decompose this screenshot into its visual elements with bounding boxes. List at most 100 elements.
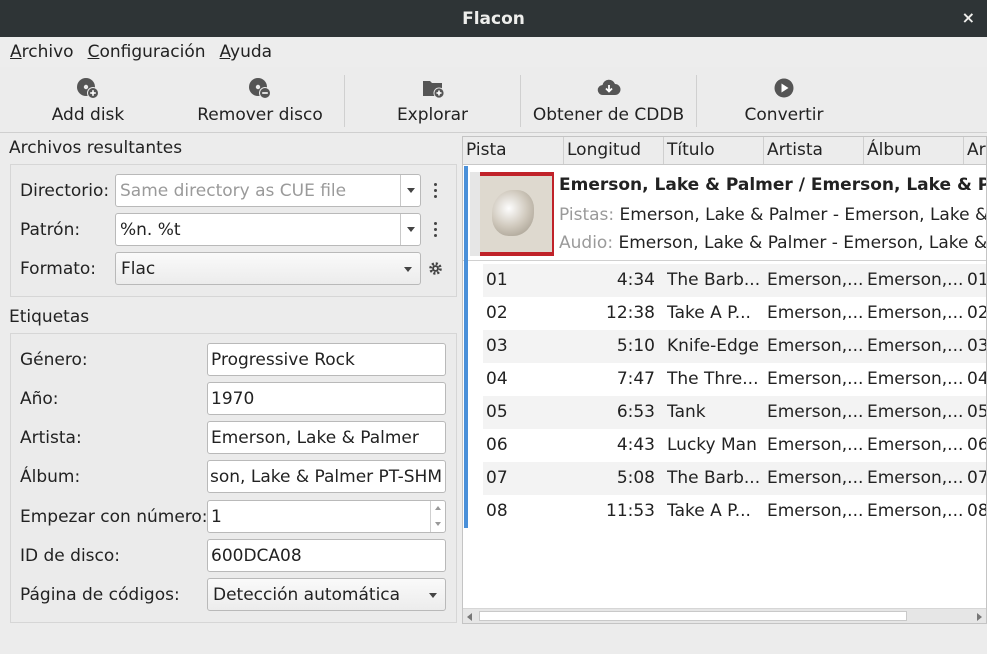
track-album: Emerson,...: [867, 468, 963, 488]
track-extra: 08: [967, 501, 987, 521]
convert-button[interactable]: Convertir: [697, 67, 871, 132]
track-row[interactable]: 03 5:10 Knife-Edge Emerson,... Emerson,... 03: [483, 330, 986, 363]
track-artist: Emerson,...: [767, 336, 863, 356]
disk-audio-info: Audio: Emerson, Lake & Palmer - Emerson,…: [559, 233, 986, 253]
column-longitud[interactable]: Longitud: [564, 137, 664, 164]
column-titulo[interactable]: Título: [664, 137, 764, 164]
codepage-select[interactable]: Detección automática: [207, 578, 446, 611]
start-number-stepper[interactable]: 1: [207, 500, 446, 533]
track-album: Emerson,...: [867, 270, 963, 290]
directory-combo[interactable]: Same directory as CUE file: [115, 174, 421, 207]
year-value: 1970: [211, 389, 255, 409]
album-field[interactable]: son, Lake & Palmer PT-SHM: [207, 460, 446, 493]
track-row[interactable]: 02 12:38 Take A P... Emerson,... Emerson,...…: [483, 297, 987, 330]
genre-label: Género:: [20, 350, 88, 370]
window-title: Flacon: [462, 8, 525, 29]
track-len: 5:08: [616, 468, 655, 488]
track-title: The Thre...: [667, 369, 759, 389]
track-album: Emerson,...: [867, 435, 963, 455]
selection-indicator: [464, 166, 468, 528]
menu-configuracion[interactable]: Configuración: [88, 42, 206, 62]
column-pista[interactable]: Pista: [463, 137, 564, 164]
chevron-down-icon: [429, 593, 437, 598]
album-cover: [470, 172, 554, 256]
album-cover-stripe: [470, 172, 480, 256]
disc-id-field[interactable]: 600DCA08: [207, 539, 446, 572]
directory-menu-icon[interactable]: [432, 182, 438, 200]
track-title: Tank: [667, 402, 706, 422]
column-artista[interactable]: Artista: [764, 137, 864, 164]
disk-tracks-key: Pistas:: [559, 205, 615, 225]
track-len: 6:53: [616, 402, 655, 422]
browse-button[interactable]: Explorar: [345, 67, 520, 132]
output-section-title: Archivos resultantes: [9, 138, 183, 158]
track-extra: 05: [967, 402, 987, 422]
track-row[interactable]: 08 11:53 Take A P... Emerson,... Emerson,...…: [483, 495, 987, 528]
genre-field[interactable]: Progressive Rock: [207, 343, 446, 376]
start-number-value: 1: [211, 507, 222, 527]
toolbar: Add disk Remover disco Explorar Obtener …: [0, 67, 987, 133]
chevron-down-icon[interactable]: [400, 214, 420, 245]
track-extra: 07: [967, 468, 987, 488]
remove-disk-button[interactable]: Remover disco: [176, 67, 344, 132]
format-select[interactable]: Flac: [115, 252, 421, 285]
pattern-combo[interactable]: %n. %t: [115, 213, 421, 246]
track-album: Emerson,...: [867, 369, 963, 389]
menu-archivo[interactable]: Archivo: [10, 42, 74, 62]
year-field[interactable]: 1970: [207, 382, 446, 415]
remove-disk-label: Remover disco: [197, 105, 323, 125]
track-num: 06: [486, 435, 508, 455]
directory-label: Directorio:: [20, 181, 110, 201]
close-icon[interactable]: ×: [962, 8, 975, 27]
track-title: Take A P...: [667, 501, 751, 521]
track-extra: 01: [967, 270, 987, 290]
folder-add-icon: [422, 81, 444, 99]
horizontal-scrollbar[interactable]: [463, 608, 986, 623]
cddb-button[interactable]: Obtener de CDDB: [521, 67, 696, 132]
album-label: Álbum:: [20, 467, 81, 487]
track-artist: Emerson,...: [767, 369, 863, 389]
add-disk-label: Add disk: [51, 105, 125, 125]
track-artist: Emerson,...: [767, 501, 863, 521]
scrollbar-thumb[interactable]: [479, 611, 907, 621]
pattern-menu-icon[interactable]: [432, 221, 438, 239]
track-extra: 02: [967, 303, 987, 323]
year-label: Año:: [20, 389, 59, 409]
track-album: Emerson,...: [867, 303, 963, 323]
track-row[interactable]: 05 6:53 Tank Emerson,... Emerson,... 05: [483, 396, 987, 429]
column-archivo[interactable]: Arc: [964, 137, 986, 164]
track-len: 5:10: [616, 336, 655, 356]
menu-ayuda[interactable]: Ayuda: [220, 42, 273, 62]
track-num: 04: [486, 369, 508, 389]
browse-label: Explorar: [396, 105, 469, 125]
track-title: The Barb...: [667, 468, 761, 488]
gear-icon[interactable]: [428, 261, 443, 276]
track-artist: Emerson,...: [767, 435, 863, 455]
arrow-up-icon[interactable]: [435, 506, 441, 510]
start-number-label: Empezar con número:: [20, 507, 208, 527]
disk-title: Emerson, Lake & Palmer / Emerson, Lake &…: [559, 175, 987, 195]
add-disk-button[interactable]: Add disk: [0, 67, 176, 132]
track-album: Emerson,...: [867, 336, 963, 356]
disk-item[interactable]: Emerson, Lake & Palmer / Emerson, Lake &…: [463, 166, 987, 528]
artist-field[interactable]: Emerson, Lake & Palmer: [207, 421, 446, 454]
track-row[interactable]: 04 7:47 The Thre... Emerson,... Emerson,... 0…: [483, 363, 986, 396]
track-row[interactable]: 07 5:08 The Barb... Emerson,... Emerson,... 0…: [483, 462, 987, 495]
track-len: 4:43: [616, 435, 655, 455]
track-artist: Emerson,...: [767, 303, 863, 323]
column-album[interactable]: Álbum: [864, 137, 964, 164]
disc-id-value: 600DCA08: [211, 546, 302, 566]
cloud-download-icon: [597, 79, 620, 96]
track-artist: Emerson,...: [767, 402, 863, 422]
track-list: Pista Longitud Título Artista Álbum Arc …: [462, 136, 987, 624]
track-row[interactable]: 06 4:43 Lucky Man Emerson,... Emerson,... 06: [483, 429, 986, 462]
track-album: Emerson,...: [867, 501, 963, 521]
scroll-left-icon[interactable]: [467, 613, 472, 621]
track-row[interactable]: 01 4:34 The Barb... Emerson,... Emerson,... 0…: [483, 264, 987, 297]
track-title: Lucky Man: [667, 435, 757, 455]
chevron-down-icon[interactable]: [400, 175, 420, 206]
arrow-down-icon[interactable]: [435, 522, 441, 526]
track-title: Knife-Edge: [667, 336, 760, 356]
spin-arrows[interactable]: [430, 501, 445, 532]
scroll-right-icon[interactable]: [977, 613, 982, 621]
